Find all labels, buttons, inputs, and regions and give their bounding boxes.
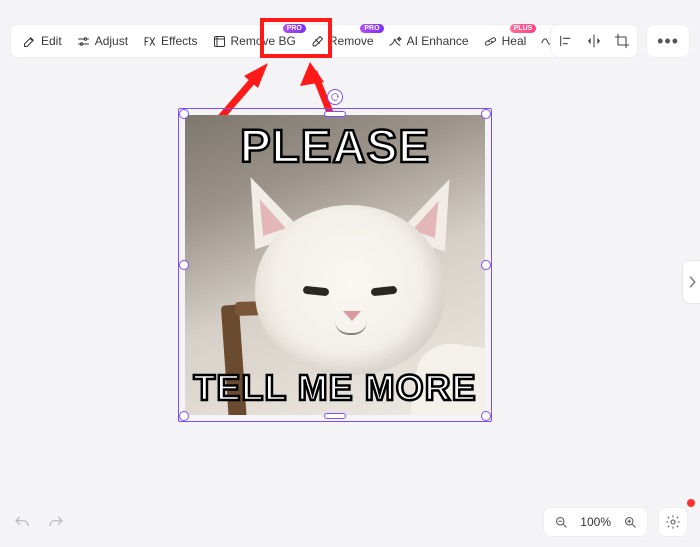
rotate-handle[interactable] bbox=[327, 89, 343, 105]
notification-dot bbox=[687, 499, 695, 507]
undo-button[interactable] bbox=[12, 513, 32, 533]
remove-label: Remove bbox=[329, 34, 374, 48]
align-group bbox=[550, 24, 638, 58]
sliders-icon bbox=[76, 34, 91, 49]
zoom-group: 100% bbox=[543, 507, 648, 537]
history-controls bbox=[12, 513, 66, 533]
zoom-level-label[interactable]: 100% bbox=[578, 515, 613, 529]
resize-handle-tl[interactable] bbox=[179, 109, 189, 119]
resize-handle-bottom[interactable] bbox=[324, 413, 346, 419]
ai-enhance-label: AI Enhance bbox=[407, 34, 469, 48]
next-panel-button[interactable] bbox=[682, 260, 700, 304]
edit-icon bbox=[22, 34, 37, 49]
more-icon[interactable]: ••• bbox=[653, 31, 683, 52]
effects-button[interactable]: Effects bbox=[135, 29, 204, 54]
pro-badge: PRO bbox=[283, 24, 306, 34]
crop-icon[interactable] bbox=[613, 32, 631, 50]
sparkle-icon bbox=[388, 34, 403, 49]
align-icon[interactable] bbox=[557, 32, 575, 50]
bandage-icon bbox=[483, 34, 498, 49]
resize-handle-bl[interactable] bbox=[179, 411, 189, 421]
canvas-selection[interactable]: PLEASE TELL ME MORE bbox=[185, 115, 485, 415]
pro-badge: PRO bbox=[360, 24, 383, 34]
adjust-label: Adjust bbox=[95, 34, 128, 48]
settings-button[interactable] bbox=[658, 507, 688, 537]
resize-handle-ml[interactable] bbox=[179, 260, 189, 270]
resize-handle-br[interactable] bbox=[481, 411, 491, 421]
remove-bg-icon bbox=[212, 34, 227, 49]
view-controls: 100% bbox=[543, 507, 688, 537]
edit-label: Edit bbox=[41, 34, 62, 48]
eraser-icon bbox=[310, 34, 325, 49]
toolbar-group-main: Edit Adjust Effects Remove BG PRO bbox=[10, 24, 625, 58]
selection-frame bbox=[178, 108, 492, 422]
adjust-button[interactable]: Adjust bbox=[69, 29, 135, 54]
resize-handle-top[interactable] bbox=[324, 111, 346, 117]
flip-icon[interactable] bbox=[585, 32, 603, 50]
toolbar-right: ••• bbox=[550, 24, 690, 58]
effects-label: Effects bbox=[161, 34, 197, 48]
remove-bg-label: Remove BG bbox=[231, 34, 296, 48]
heal-label: Heal bbox=[502, 34, 527, 48]
edit-button[interactable]: Edit bbox=[15, 29, 69, 54]
resize-handle-tr[interactable] bbox=[481, 109, 491, 119]
plus-badge: PLUS bbox=[510, 24, 537, 34]
remove-bg-button[interactable]: Remove BG PRO bbox=[205, 29, 303, 54]
redo-button[interactable] bbox=[46, 513, 66, 533]
resize-handle-mr[interactable] bbox=[481, 260, 491, 270]
heal-button[interactable]: Heal PLUS bbox=[476, 29, 534, 54]
zoom-in-button[interactable] bbox=[621, 513, 639, 531]
zoom-out-button[interactable] bbox=[552, 513, 570, 531]
ai-enhance-button[interactable]: AI Enhance bbox=[381, 29, 476, 54]
more-group: ••• bbox=[646, 24, 690, 58]
fx-icon bbox=[142, 34, 157, 49]
remove-button[interactable]: Remove PRO bbox=[303, 29, 381, 54]
